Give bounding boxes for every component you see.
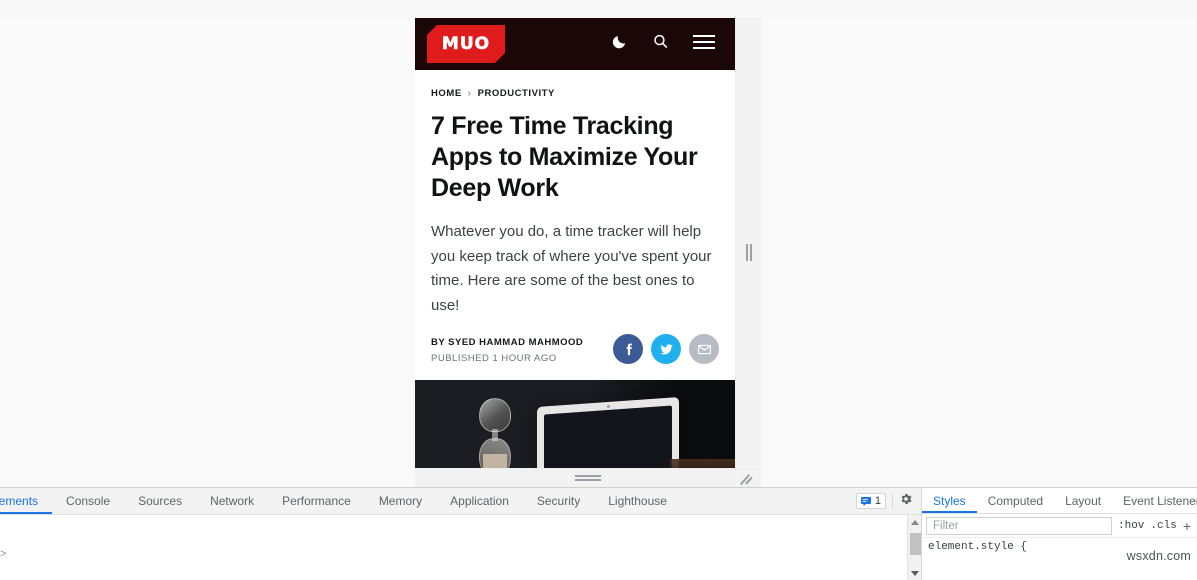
height-grip-icon — [575, 475, 601, 481]
site-logo[interactable]: MUO — [427, 25, 505, 63]
byline-row: BY SYED HAMMAD MAHMOOD PUBLISHED 1 HOUR … — [431, 334, 719, 380]
styles-sidebar-pane: Styles Computed Layout Event Listeners F… — [921, 488, 1197, 580]
console-message-count: 1 — [874, 495, 881, 507]
tab-lighthouse-label: Lighthouse — [608, 494, 667, 508]
tab-performance-label: Performance — [282, 494, 351, 508]
byline-published: PUBLISHED 1 HOUR AGO — [431, 353, 557, 364]
tab-layout[interactable]: Layout — [1054, 488, 1112, 513]
breadcrumb: HOME › PRODUCTIVITY — [431, 88, 719, 99]
markup-line[interactable]: > — [0, 548, 921, 563]
tab-computed[interactable]: Computed — [977, 488, 1054, 513]
width-grip-icon — [745, 244, 752, 261]
watermark: wsxdn.com — [1126, 549, 1191, 563]
devtools-tabbar: Elements Console Sources Network Perform… — [0, 488, 921, 515]
elements-markup-tree[interactable]: > -US"> d> "js-tldr"> — [0, 515, 921, 580]
article-standfirst: Whatever you do, a time tracker will hel… — [431, 223, 712, 314]
byline: BY SYED HAMMAD MAHMOOD PUBLISHED 1 HOUR … — [431, 334, 583, 364]
styles-filter-input[interactable]: Filter — [926, 516, 1112, 535]
tab-styles-label: Styles — [933, 493, 966, 508]
hourglass-object — [477, 398, 513, 468]
tab-elements-label: Elements — [0, 494, 39, 508]
styles-filter-bar: Filter :hov .cls + — [922, 514, 1197, 538]
tab-performance[interactable]: Performance — [268, 488, 365, 514]
stage-top-gutter — [0, 0, 1197, 18]
site-header: MUO — [415, 18, 735, 70]
page-title: 7 Free Time Tracking Apps to Maximize Yo… — [431, 112, 698, 202]
styles-filter-placeholder: Filter — [933, 519, 959, 532]
tab-memory-label: Memory — [378, 494, 423, 508]
cls-toggle-button[interactable]: .cls — [1150, 520, 1176, 532]
device-mode-stage: MUO HOME › PRODUCTIVITY 7 Free Time Trac… — [0, 0, 1197, 487]
devtools-panel: Elements Console Sources Network Perform… — [0, 487, 1197, 580]
hourglass-sand — [483, 454, 507, 468]
scrollbar-down-arrow-icon[interactable] — [908, 566, 922, 580]
console-message-badge[interactable]: 1 — [855, 493, 886, 509]
devtools-main-pane: Elements Console Sources Network Perform… — [0, 488, 921, 580]
tab-sources-label: Sources — [138, 494, 183, 508]
tab-console[interactable]: Console — [52, 488, 124, 514]
toolbar-divider — [892, 493, 893, 509]
viewport-height-resize-handle[interactable] — [415, 468, 761, 487]
hourglass-top-bulb — [479, 398, 511, 432]
hero-desk-surface — [670, 459, 735, 468]
tab-layout-label: Layout — [1065, 493, 1102, 508]
moon-icon[interactable] — [611, 33, 628, 55]
tab-application-label: Application — [450, 494, 509, 508]
tab-elements[interactable]: Elements — [0, 488, 52, 514]
tab-console-label: Console — [66, 494, 111, 508]
new-style-rule-button[interactable]: + — [1183, 518, 1193, 534]
tab-security-label: Security — [536, 494, 581, 508]
gear-icon[interactable] — [899, 492, 913, 511]
share-twitter-button[interactable] — [651, 334, 681, 364]
tab-event-listeners[interactable]: Event Listeners — [1112, 488, 1197, 513]
scrollbar-up-arrow-icon[interactable] — [908, 515, 922, 529]
message-icon — [860, 497, 871, 506]
tab-memory[interactable]: Memory — [365, 488, 436, 514]
laptop-object — [537, 397, 679, 468]
devtools-toolbar-right: 1 — [855, 488, 921, 514]
header-actions — [611, 33, 723, 55]
byline-author[interactable]: BY SYED HAMMAD MAHMOOD — [431, 337, 583, 348]
site-logo-text: MUO — [441, 33, 491, 54]
tab-sources[interactable]: Sources — [124, 488, 196, 514]
share-email-button[interactable] — [689, 334, 719, 364]
tab-computed-label: Computed — [987, 493, 1044, 508]
emulated-page-viewport[interactable]: MUO HOME › PRODUCTIVITY 7 Free Time Trac… — [415, 18, 735, 468]
laptop-webcam — [606, 404, 610, 408]
hov-toggle-button[interactable]: :hov — [1118, 520, 1144, 532]
share-buttons — [613, 334, 719, 364]
styles-sidebar-tabbar: Styles Computed Layout Event Listeners — [922, 488, 1197, 514]
tab-application[interactable]: Application — [436, 488, 523, 514]
breadcrumb-separator-icon: › — [467, 88, 472, 99]
viewport-corner-resize-handle[interactable] — [739, 473, 753, 485]
tab-network[interactable]: Network — [196, 488, 268, 514]
search-icon[interactable] — [652, 33, 669, 55]
tab-network-label: Network — [210, 494, 255, 508]
elements-pane-scrollbar[interactable] — [907, 515, 921, 580]
tab-event-listeners-label: Event Listeners — [1123, 493, 1197, 508]
tab-styles[interactable]: Styles — [922, 488, 977, 513]
tab-lighthouse[interactable]: Lighthouse — [594, 488, 681, 514]
share-facebook-button[interactable] — [613, 334, 643, 364]
article-hero-image — [415, 380, 735, 468]
viewport-width-resize-handle[interactable] — [735, 18, 761, 468]
tab-security[interactable]: Security — [523, 488, 594, 514]
hamburger-menu-icon[interactable] — [693, 34, 715, 55]
scrollbar-thumb[interactable] — [910, 533, 921, 555]
laptop-screen — [544, 405, 672, 468]
breadcrumb-home-link[interactable]: HOME — [431, 88, 462, 99]
article-header-block: HOME › PRODUCTIVITY 7 Free Time Tracking… — [415, 70, 735, 380]
markup-line-text: > — [0, 549, 7, 561]
breadcrumb-category-link[interactable]: PRODUCTIVITY — [478, 88, 555, 99]
laptop-lid — [537, 397, 679, 468]
